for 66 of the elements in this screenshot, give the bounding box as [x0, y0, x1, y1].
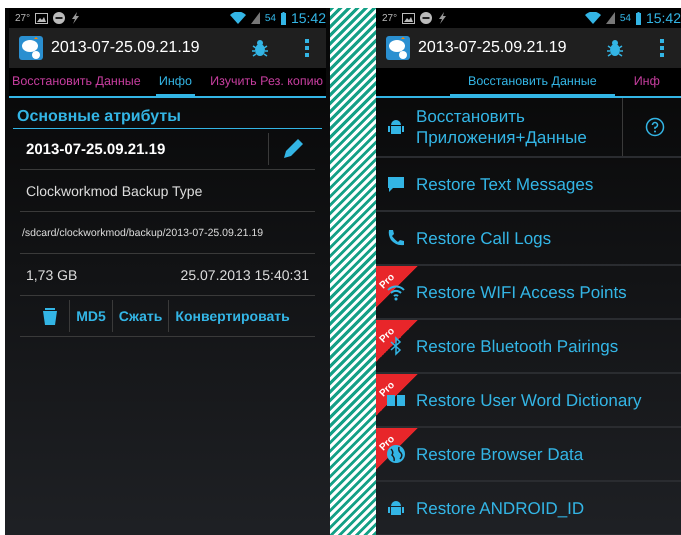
restore-label: Restore User Word Dictionary: [416, 390, 642, 410]
adblock-icon: [420, 12, 432, 24]
battery-level-text: 54: [264, 12, 276, 24]
help-icon[interactable]: [645, 117, 665, 137]
backup-type: Clockworkmod Backup Type: [20, 170, 315, 212]
wifi-icon: [230, 12, 246, 24]
message-icon: [386, 174, 406, 194]
tab[interactable]: Инф: [630, 68, 663, 98]
picture-icon: [35, 12, 48, 24]
phone-icon: [386, 228, 406, 248]
restore-label: Restore Call Logs: [416, 228, 552, 248]
app-logo-icon[interactable]: [386, 36, 410, 60]
bug-icon[interactable]: [252, 39, 268, 57]
backup-date: 25.07.2013 15:40:31: [180, 266, 309, 282]
pro-badge: Pro: [376, 266, 418, 308]
restore-item[interactable]: Restore ANDROID_ID: [376, 482, 681, 535]
restore-label: Restore Bluetooth Pairings: [416, 336, 620, 356]
android-icon: [386, 117, 406, 137]
action-button[interactable]: Конвертировать: [173, 308, 292, 324]
battery-icon: [636, 12, 641, 24]
restore-label: Восстановить Приложения+Данные: [416, 106, 588, 148]
restore-item[interactable]: Pro Restore WIFI Access Points: [376, 266, 681, 320]
battery-icon: [280, 12, 286, 24]
clock-time: 15:42: [646, 10, 681, 26]
lightning-icon: [70, 12, 80, 24]
wifi-icon: [584, 12, 601, 24]
overflow-menu-icon[interactable]: [659, 39, 665, 57]
restore-item[interactable]: Restore Call Logs: [376, 212, 681, 266]
signal-icon: [250, 12, 260, 24]
clock-time: 15:42: [290, 10, 326, 26]
restore-item[interactable]: Pro Restore Bluetooth Pairings: [376, 320, 681, 374]
android-icon: [386, 498, 406, 518]
restore-item[interactable]: Pro Restore Browser Data: [376, 428, 681, 482]
temperature-text: 27°: [382, 12, 398, 24]
backup-title: 2013-07-25.09.21.19: [51, 39, 200, 57]
trash-icon[interactable]: [43, 307, 58, 325]
adblock-icon: [53, 12, 66, 24]
pro-badge: Pro: [376, 320, 418, 362]
tab[interactable]: Инфо: [156, 68, 195, 98]
backup-title: 2013-07-25.09.21.19: [418, 39, 567, 57]
backup-size: 1,73 GB: [26, 266, 78, 282]
battery-level-text: 54: [620, 12, 631, 24]
restore-label: Restore ANDROID_ID: [416, 498, 586, 518]
pro-badge: Pro: [376, 374, 418, 416]
backup-name: 2013-07-25.09.21.19: [26, 140, 166, 158]
restore-item[interactable]: Pro Restore User Word Dictionary: [376, 374, 681, 428]
tab[interactable]: Восстановить Данные: [450, 68, 615, 98]
restore-label: Restore Browser Data: [416, 444, 584, 464]
backup-path: /sdcard/clockworkmod/backup/2013-07-25.09.21.19: [20, 212, 315, 254]
lightning-icon: [437, 12, 448, 24]
temperature-text: 27°: [15, 12, 30, 24]
picture-icon: [402, 12, 416, 24]
action-button[interactable]: Сжать: [116, 308, 164, 324]
tab[interactable]: Восстановить Данные: [9, 68, 144, 98]
action-button[interactable]: MD5: [74, 308, 108, 324]
overflow-menu-icon[interactable]: [304, 39, 310, 57]
restore-item[interactable]: Восстановить Приложения+Данные: [376, 98, 681, 158]
app-logo-icon[interactable]: [19, 36, 43, 60]
restore-item[interactable]: Restore Text Messages: [376, 158, 681, 212]
tab[interactable]: Изучить Рез. копию: [207, 68, 326, 98]
pencil-icon[interactable]: [281, 137, 305, 161]
section-heading: Основные атрибуты: [13, 98, 322, 129]
restore-label: Restore WIFI Access Points: [416, 282, 628, 302]
bug-icon[interactable]: [607, 39, 623, 57]
signal-icon: [606, 12, 615, 24]
restore-label: Restore Text Messages: [416, 174, 594, 194]
